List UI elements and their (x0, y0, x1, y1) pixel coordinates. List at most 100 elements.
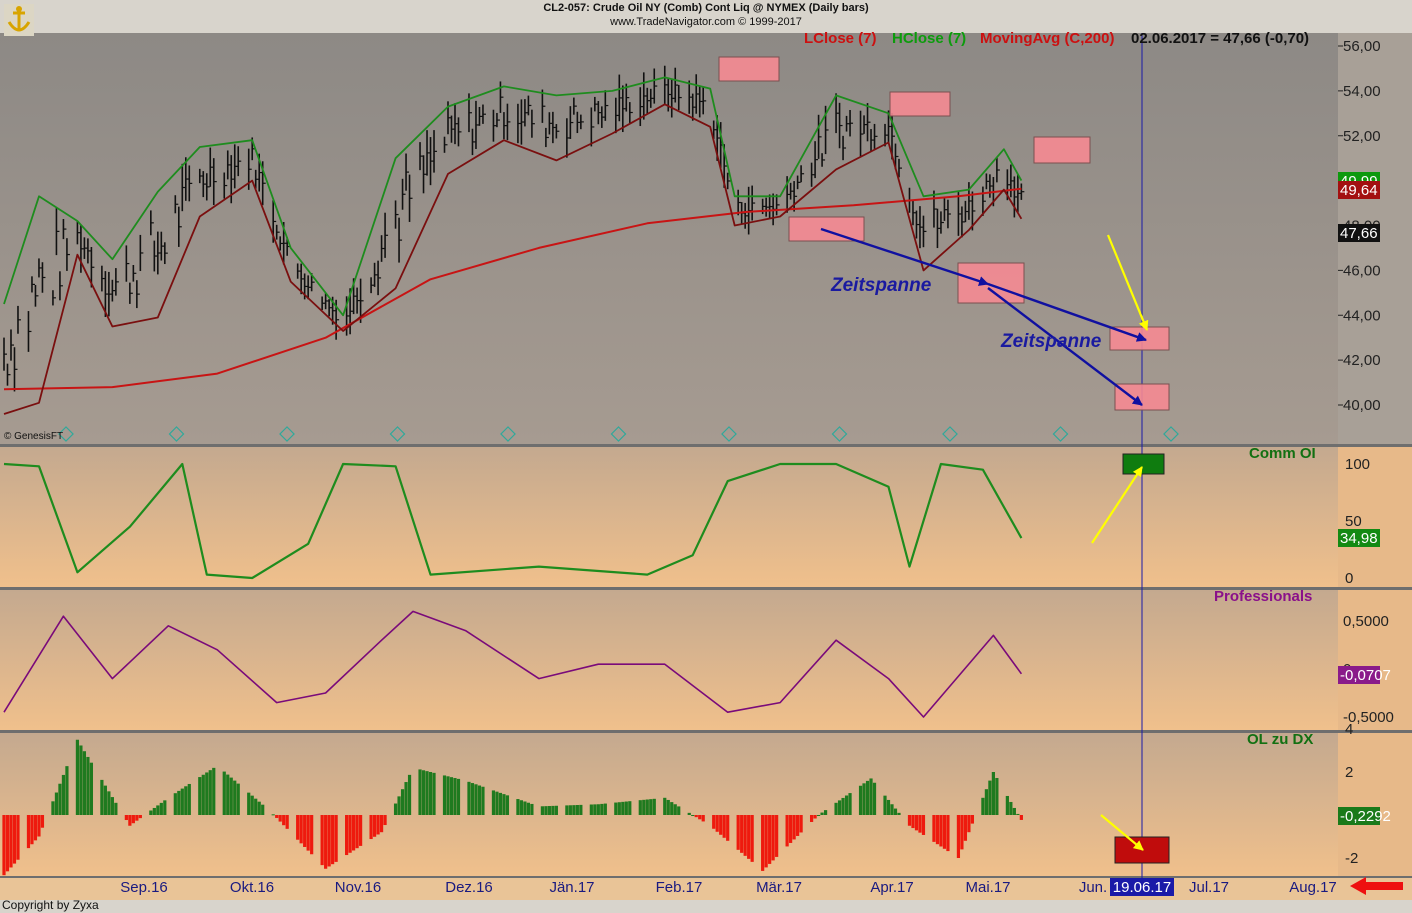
ol-dx-bar (820, 813, 823, 815)
ol-dx-bar (646, 799, 649, 815)
ol-dx-bar (614, 803, 617, 815)
chart-subtitle: www.TradeNavigator.com © 1999-2017 (0, 16, 1412, 28)
comm-oi-tick-label: 100 (1345, 456, 1370, 473)
ol-dx-bar (135, 815, 138, 821)
ol-dx-bar (111, 797, 114, 815)
ol-dx-bar (936, 815, 939, 844)
ol-dx-bar (425, 771, 428, 815)
ol-dx-bar (380, 815, 383, 832)
ol-dx-bar (107, 791, 110, 815)
ol-dx-bar (527, 803, 530, 815)
ol-dx-bar (139, 815, 142, 818)
ol-dx-bar (30, 815, 33, 844)
ol-dx-bar (719, 815, 722, 835)
ol-dx-bar (744, 815, 747, 856)
ol-dx-bar (181, 789, 184, 815)
ol-dx-bar (520, 800, 523, 815)
ol-dx-bar (58, 784, 61, 815)
ol-dx-bar (83, 751, 86, 815)
ol-dx-bar (303, 815, 306, 847)
comm-oi-title: Comm OI (1249, 445, 1316, 462)
ol-dx-bar (576, 805, 579, 815)
professionals-value-label: -0,0707 (1340, 667, 1391, 684)
ol-dx-bar (793, 815, 796, 839)
ol-dx-bar (335, 815, 338, 862)
ol-dx-bar (418, 769, 421, 815)
ol-dx-bar (971, 815, 974, 824)
ol-dx-bar (492, 790, 495, 815)
ol-dx-bar (226, 775, 229, 815)
ol-dx-bar (251, 796, 254, 815)
ol-dx-bar (432, 773, 435, 815)
ol-dx-bar (887, 800, 890, 815)
genesis-credit: © GenesisFT (4, 431, 63, 442)
ol-dx-bar (383, 815, 386, 825)
ol-dx-bar (813, 815, 816, 818)
ol-dx-bar (516, 799, 519, 815)
ol-dx-bar (205, 772, 208, 815)
ol-dx-bar (55, 793, 58, 815)
ol-dx-bar (667, 800, 670, 815)
x-axis-label: Mär.17 (756, 879, 802, 896)
ol-dx-bar (41, 815, 44, 828)
ol-dx-bar (841, 798, 844, 815)
ol-dx-bar (691, 815, 694, 816)
highlight-box (958, 263, 1024, 303)
ol-dx-bar (478, 786, 481, 815)
ol-dx-bar (65, 766, 68, 815)
ol-dx-bar (698, 815, 701, 819)
ol-dx-bar (90, 763, 93, 815)
ol-dx-bar (356, 815, 359, 848)
panel-separator (0, 587, 1412, 590)
ol-dx-bar (471, 783, 474, 815)
highlight-box (1034, 137, 1090, 163)
ol-dx-bar (593, 804, 596, 815)
ol-dx-bar (212, 768, 215, 815)
ol-dx-bar (981, 798, 984, 815)
ol-dx-bar (247, 793, 250, 815)
ol-dx-bar (747, 815, 750, 859)
ol-dx-bar (446, 776, 449, 815)
ol-dx-bar (502, 794, 505, 815)
ol-dx-bar (866, 781, 869, 815)
ol-dx-bar (233, 781, 236, 815)
ol-dx-bar (548, 806, 551, 815)
ol-dx-bar (523, 801, 526, 815)
comm-oi-value-label: 34,98 (1340, 530, 1378, 547)
ol-dx-bar (890, 804, 893, 815)
anchor-logo-icon (4, 4, 34, 36)
x-axis-label: Feb.17 (656, 879, 703, 896)
ol-dx-bar (321, 815, 324, 865)
chart-canvas: 56,0054,0052,0050,0048,0046,0044,0042,00… (0, 0, 1412, 913)
ol-dx-bar (579, 805, 582, 815)
ol-dx-bar (618, 802, 621, 815)
ol-dx-bar (474, 784, 477, 815)
ol-dx-bar (911, 815, 914, 828)
ol-dx-bar (723, 815, 726, 838)
ol-dx-bar (625, 802, 628, 815)
legend-hclose: HClose (7) (892, 30, 966, 47)
ol-dx-bar (569, 805, 572, 815)
ol-dx-bar (653, 799, 656, 815)
price-tick-label: 42,00 (1343, 352, 1381, 369)
ol-dx-bar (712, 815, 715, 829)
ol-dx-bar (408, 775, 411, 815)
ol-dx-bar (894, 809, 897, 815)
x-axis-label: Sep.16 (120, 879, 168, 896)
ol-dx-bar (397, 796, 400, 815)
ol-dx-bar (307, 815, 310, 851)
ol-dx-bar (541, 806, 544, 815)
ol-dx-bar (401, 789, 404, 815)
ol-dx-bar (939, 815, 942, 846)
ol-dx-bar (810, 815, 813, 822)
price-tick-label: 54,00 (1343, 83, 1381, 100)
ol-dx-bar (13, 815, 16, 864)
ol-dx-bar (621, 802, 624, 815)
ol-dx-bar (726, 815, 729, 841)
highlight-box (789, 217, 864, 241)
ol-dx-bar (261, 805, 264, 815)
ol-dx-bar (897, 813, 900, 815)
ol-dx-bar (499, 793, 502, 815)
ol-dx-bar (324, 815, 327, 869)
ol-dx-bar (62, 775, 65, 815)
